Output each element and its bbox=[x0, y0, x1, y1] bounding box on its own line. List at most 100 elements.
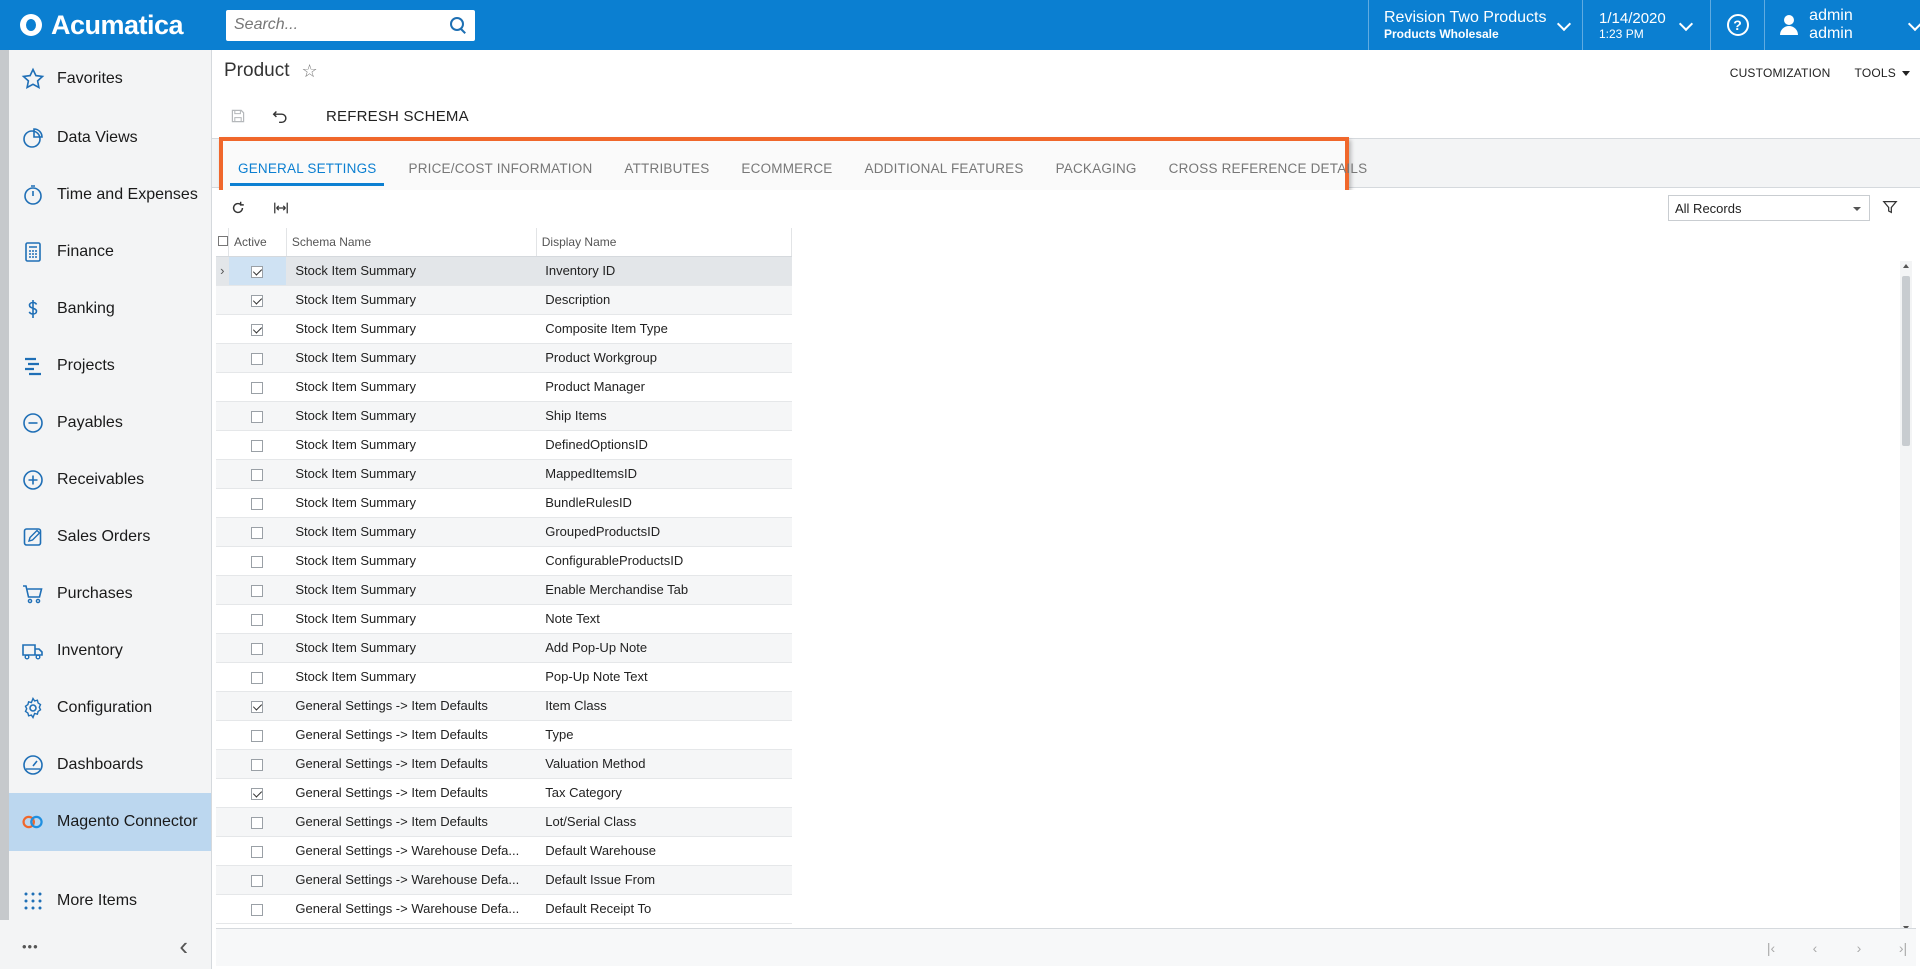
active-checkbox[interactable] bbox=[251, 439, 264, 452]
sidebar-item-data-views[interactable]: Data Views bbox=[9, 113, 211, 163]
active-checkbox[interactable] bbox=[251, 352, 264, 365]
row-expander[interactable] bbox=[216, 314, 229, 344]
fit-columns-button[interactable] bbox=[272, 200, 290, 218]
table-row[interactable]: General Settings -> Item Defaults Item C… bbox=[216, 691, 792, 721]
row-expander[interactable] bbox=[216, 749, 229, 779]
table-row[interactable]: General Settings -> Item Defaults Lot/Se… bbox=[216, 807, 792, 837]
column-header-display-name[interactable]: Display Name bbox=[536, 228, 793, 257]
row-expander[interactable] bbox=[216, 894, 229, 924]
tab-attributes[interactable]: ATTRIBUTES bbox=[616, 161, 717, 186]
tab-price-cost-information[interactable]: PRICE/COST INFORMATION bbox=[400, 161, 600, 186]
save-button[interactable] bbox=[228, 106, 248, 126]
row-expander[interactable] bbox=[216, 459, 229, 489]
row-expander[interactable] bbox=[216, 401, 229, 431]
table-row[interactable]: Stock Item Summary BundleRulesID bbox=[216, 488, 792, 518]
column-header-active[interactable]: Active bbox=[228, 228, 287, 257]
records-filter-select[interactable]: All Records bbox=[1668, 195, 1870, 221]
table-row[interactable]: General Settings -> Item Defaults Tax Ca… bbox=[216, 778, 792, 808]
user-menu[interactable]: admin admin bbox=[1764, 0, 1920, 50]
active-checkbox[interactable] bbox=[251, 555, 264, 568]
active-checkbox[interactable] bbox=[251, 700, 264, 713]
active-checkbox[interactable] bbox=[251, 787, 264, 800]
next-page-button[interactable]: › bbox=[1851, 941, 1867, 955]
row-expander[interactable] bbox=[216, 488, 229, 518]
row-expander[interactable] bbox=[216, 546, 229, 576]
active-checkbox[interactable] bbox=[251, 381, 264, 394]
table-row[interactable]: Stock Item Summary ConfigurableProductsI… bbox=[216, 546, 792, 576]
row-expander[interactable] bbox=[216, 691, 229, 721]
table-row[interactable]: General Settings -> Item Defaults Type bbox=[216, 720, 792, 750]
sidebar-item-payables[interactable]: Payables bbox=[9, 398, 211, 448]
sidebar-item-sales-orders[interactable]: Sales Orders bbox=[9, 512, 211, 562]
sidebar-item-magento-connector[interactable]: Magento Connector bbox=[9, 793, 211, 851]
favorite-star-icon[interactable]: ☆ bbox=[301, 61, 317, 82]
column-header-schema-name[interactable]: Schema Name bbox=[286, 228, 537, 257]
active-checkbox[interactable] bbox=[251, 265, 264, 278]
active-checkbox[interactable] bbox=[251, 903, 264, 916]
undo-button[interactable] bbox=[270, 106, 290, 126]
active-checkbox[interactable] bbox=[251, 642, 264, 655]
row-expander[interactable] bbox=[216, 604, 229, 634]
row-expander[interactable] bbox=[216, 778, 229, 808]
active-checkbox[interactable] bbox=[251, 584, 264, 597]
table-row[interactable]: Stock Item Summary Description bbox=[216, 285, 792, 315]
table-row[interactable]: General Settings -> Warehouse Defa... De… bbox=[216, 894, 792, 924]
active-checkbox[interactable] bbox=[251, 497, 264, 510]
table-row[interactable]: Stock Item Summary Enable Merchandise Ta… bbox=[216, 575, 792, 605]
sidebar-item-inventory[interactable]: Inventory bbox=[9, 626, 211, 676]
scrollbar-thumb[interactable] bbox=[1902, 276, 1910, 446]
sidebar-item-more-items[interactable]: More Items bbox=[9, 876, 211, 926]
sidebar-item-banking[interactable]: Banking bbox=[9, 284, 211, 334]
filter-icon[interactable] bbox=[1882, 199, 1900, 217]
sidebar-item-projects[interactable]: Projects bbox=[9, 341, 211, 391]
table-row[interactable]: Stock Item Summary Add Pop-Up Note bbox=[216, 633, 792, 663]
table-row[interactable]: Stock Item Summary Composite Item Type bbox=[216, 314, 792, 344]
table-row[interactable]: Stock Item Summary Ship Items bbox=[216, 401, 792, 431]
tab-additional-features[interactable]: ADDITIONAL FEATURES bbox=[856, 161, 1031, 186]
sidebar-item-purchases[interactable]: Purchases bbox=[9, 569, 211, 619]
row-expander[interactable] bbox=[216, 372, 229, 402]
table-row[interactable]: Stock Item Summary GroupedProductsID bbox=[216, 517, 792, 547]
row-expander[interactable] bbox=[216, 662, 229, 692]
table-row[interactable]: General Settings -> Item Defaults Valuat… bbox=[216, 749, 792, 779]
active-checkbox[interactable] bbox=[251, 613, 264, 626]
active-checkbox[interactable] bbox=[251, 294, 264, 307]
tab-ecommerce[interactable]: ECOMMERCE bbox=[733, 161, 840, 186]
active-checkbox[interactable] bbox=[251, 468, 264, 481]
sidebar-item-dashboards[interactable]: Dashboards bbox=[9, 740, 211, 790]
previous-page-button[interactable]: ‹ bbox=[1807, 941, 1823, 955]
table-row[interactable]: General Settings -> Warehouse Defa... De… bbox=[216, 865, 792, 895]
row-expander[interactable] bbox=[216, 865, 229, 895]
table-row[interactable]: › Stock Item Summary Inventory ID bbox=[216, 256, 792, 286]
scroll-up-icon[interactable] bbox=[1903, 264, 1909, 268]
row-expander[interactable] bbox=[216, 285, 229, 315]
search-icon[interactable] bbox=[449, 16, 467, 34]
active-checkbox[interactable] bbox=[251, 410, 264, 423]
collapse-sidebar-icon[interactable]: ‹ bbox=[179, 931, 188, 962]
last-page-button[interactable]: ›| bbox=[1895, 941, 1911, 955]
tab-general-settings[interactable]: GENERAL SETTINGS bbox=[230, 161, 385, 186]
refresh-button[interactable] bbox=[230, 200, 248, 218]
row-expander[interactable] bbox=[216, 343, 229, 373]
row-expander[interactable] bbox=[216, 807, 229, 837]
active-checkbox[interactable] bbox=[251, 758, 264, 771]
business-date-selector[interactable]: 1/14/2020 1:23 PM bbox=[1582, 0, 1710, 50]
active-checkbox[interactable] bbox=[251, 526, 264, 539]
tab-packaging[interactable]: PACKAGING bbox=[1048, 161, 1145, 186]
row-expander[interactable] bbox=[216, 575, 229, 605]
active-checkbox[interactable] bbox=[251, 816, 264, 829]
sidebar-item-time-and-expenses[interactable]: Time and Expenses bbox=[9, 170, 211, 220]
row-expander[interactable]: › bbox=[216, 256, 229, 286]
row-expander[interactable] bbox=[216, 633, 229, 663]
table-row[interactable]: Stock Item Summary MappedItemsID bbox=[216, 459, 792, 489]
column-config-header[interactable] bbox=[216, 228, 229, 257]
help-button[interactable]: ? bbox=[1710, 0, 1764, 50]
table-row[interactable]: Stock Item Summary DefinedOptionsID bbox=[216, 430, 792, 460]
first-page-button[interactable]: |‹ bbox=[1763, 941, 1779, 955]
sidebar-item-finance[interactable]: Finance bbox=[9, 227, 211, 277]
row-expander[interactable] bbox=[216, 720, 229, 750]
company-selector[interactable]: Revision Two Products Products Wholesale bbox=[1368, 0, 1582, 50]
table-row[interactable]: General Settings -> Warehouse Defa... De… bbox=[216, 836, 792, 866]
customization-menu[interactable]: CUSTOMIZATION bbox=[1730, 66, 1831, 80]
sidebar-item-receivables[interactable]: Receivables bbox=[9, 455, 211, 505]
